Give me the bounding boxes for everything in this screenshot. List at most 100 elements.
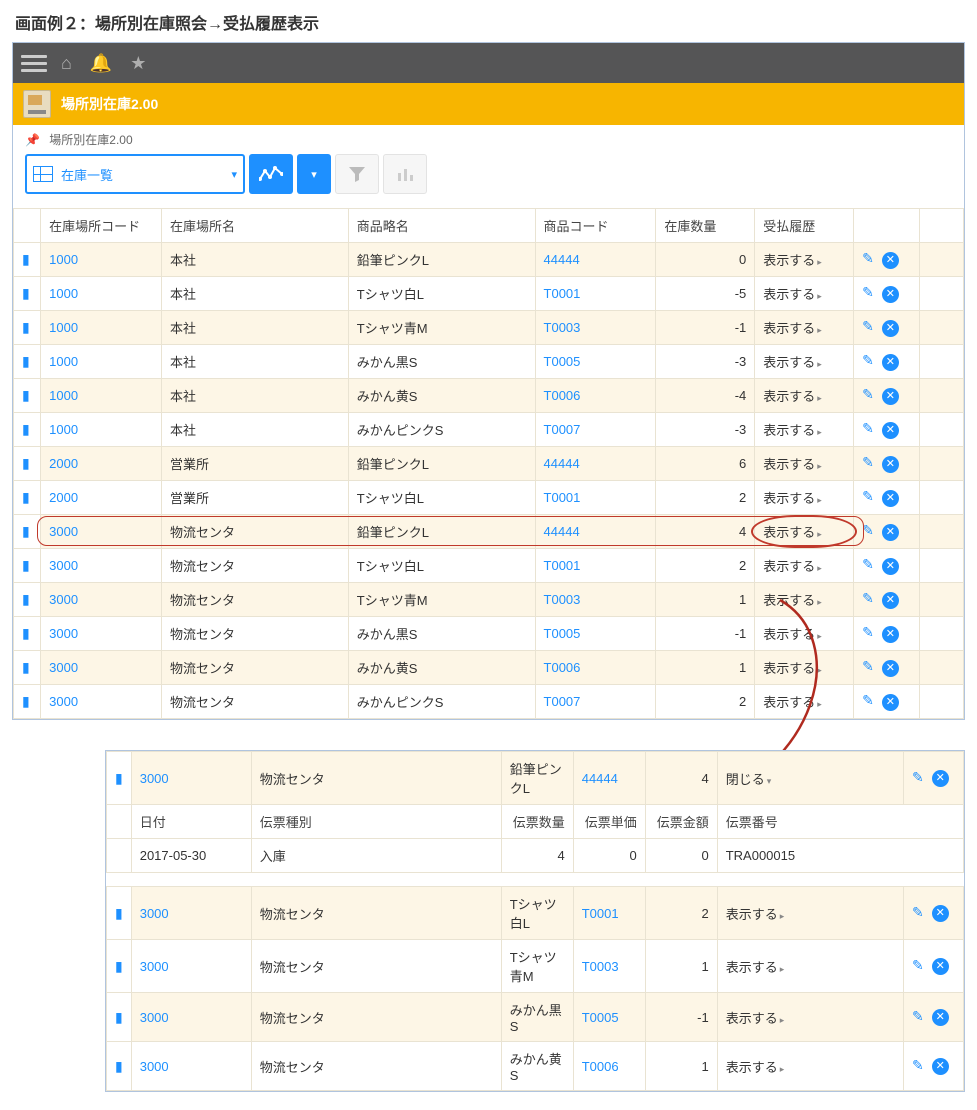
show-history-link[interactable]: 表示する▸ <box>755 583 854 617</box>
show-history-link[interactable]: 表示する▸ <box>755 447 854 481</box>
prod-code-cell[interactable]: T0007 <box>535 685 656 719</box>
edit-icon[interactable]: ✎ <box>862 556 874 572</box>
show-history-link[interactable]: 表示する▸ <box>755 617 854 651</box>
show-history-link[interactable]: 表示する▸ <box>717 887 903 940</box>
loc-code-cell[interactable]: 1000 <box>41 311 162 345</box>
show-history-link[interactable]: 表示する▸ <box>755 481 854 515</box>
prod-code-cell[interactable]: 44444 <box>535 447 656 481</box>
document-icon[interactable]: ▮ <box>22 251 30 267</box>
prod-code-cell[interactable]: T0001 <box>535 277 656 311</box>
edit-icon[interactable]: ✎ <box>862 624 874 640</box>
star-icon[interactable]: ★ <box>130 53 146 74</box>
show-history-link[interactable]: 表示する▸ <box>755 379 854 413</box>
prod-code-cell[interactable]: T0001 <box>535 481 656 515</box>
document-icon[interactable]: ▮ <box>22 557 30 573</box>
detail-loc-code[interactable]: 3000 <box>131 752 251 805</box>
prod-code-cell[interactable]: T0007 <box>535 413 656 447</box>
delete-icon[interactable]: ✕ <box>882 456 899 473</box>
delete-icon[interactable]: ✕ <box>882 524 899 541</box>
delete-icon[interactable]: ✕ <box>882 490 899 507</box>
hamburger-menu-icon[interactable] <box>21 50 47 76</box>
pin-icon[interactable]: 📌 <box>25 133 40 147</box>
loc-code-cell[interactable]: 2000 <box>41 481 162 515</box>
chart-dropdown[interactable]: ▾ <box>297 154 331 194</box>
delete-icon[interactable]: ✕ <box>882 388 899 405</box>
th-loc-name[interactable]: 在庫場所名 <box>162 209 349 243</box>
filter-button[interactable] <box>335 154 379 194</box>
edit-icon[interactable]: ✎ <box>912 1057 924 1073</box>
edit-icon[interactable]: ✎ <box>862 692 874 708</box>
show-history-link[interactable]: 表示する▸ <box>755 549 854 583</box>
delete-icon[interactable]: ✕ <box>932 1009 949 1026</box>
edit-icon[interactable]: ✎ <box>862 590 874 606</box>
edit-icon[interactable]: ✎ <box>862 284 874 300</box>
edit-icon[interactable]: ✎ <box>862 352 874 368</box>
show-history-link[interactable]: 表示する▸ <box>717 940 903 993</box>
loc-code-cell[interactable]: 3000 <box>131 993 251 1042</box>
edit-icon[interactable]: ✎ <box>862 454 874 470</box>
document-icon[interactable]: ▮ <box>22 591 30 607</box>
delete-icon[interactable]: ✕ <box>882 558 899 575</box>
prod-code-cell[interactable]: 44444 <box>535 515 656 549</box>
edit-icon[interactable]: ✎ <box>862 386 874 402</box>
document-icon[interactable]: ▮ <box>115 958 123 974</box>
bell-icon[interactable]: 🔔 <box>90 53 112 74</box>
chart-button[interactable] <box>249 154 293 194</box>
loc-code-cell[interactable]: 2000 <box>41 447 162 481</box>
loc-code-cell[interactable]: 1000 <box>41 345 162 379</box>
delete-icon[interactable]: ✕ <box>932 905 949 922</box>
show-history-link[interactable]: 表示する▸ <box>755 311 854 345</box>
prod-code-cell[interactable]: T0001 <box>535 549 656 583</box>
loc-code-cell[interactable]: 1000 <box>41 379 162 413</box>
th-loc-code[interactable]: 在庫場所コード <box>41 209 162 243</box>
document-icon[interactable]: ▮ <box>22 489 30 505</box>
edit-icon[interactable]: ✎ <box>862 488 874 504</box>
document-icon[interactable]: ▮ <box>115 770 123 786</box>
close-history-link[interactable]: 閉じる▾ <box>717 752 903 805</box>
th-prod-name[interactable]: 商品略名 <box>348 209 535 243</box>
prod-code-cell[interactable]: T0006 <box>535 379 656 413</box>
delete-icon[interactable]: ✕ <box>882 592 899 609</box>
prod-code-cell[interactable]: 44444 <box>535 243 656 277</box>
show-history-link[interactable]: 表示する▸ <box>755 345 854 379</box>
document-icon[interactable]: ▮ <box>22 353 30 369</box>
prod-code-cell[interactable]: T0005 <box>535 345 656 379</box>
home-icon[interactable]: ⌂ <box>61 53 72 74</box>
edit-icon[interactable]: ✎ <box>912 904 924 920</box>
delete-icon[interactable]: ✕ <box>882 694 899 711</box>
prod-code-cell[interactable]: T0006 <box>573 1042 645 1091</box>
delete-icon[interactable]: ✕ <box>882 320 899 337</box>
loc-code-cell[interactable]: 3000 <box>41 651 162 685</box>
loc-code-cell[interactable]: 1000 <box>41 277 162 311</box>
loc-code-cell[interactable]: 3000 <box>41 617 162 651</box>
detail-prod-code[interactable]: 44444 <box>573 752 645 805</box>
document-icon[interactable]: ▮ <box>22 455 30 471</box>
edit-icon[interactable]: ✎ <box>862 658 874 674</box>
prod-code-cell[interactable]: T0005 <box>535 617 656 651</box>
show-history-link[interactable]: 表示する▸ <box>717 993 903 1042</box>
edit-icon[interactable]: ✎ <box>862 250 874 266</box>
document-icon[interactable]: ▮ <box>115 1058 123 1074</box>
edit-icon[interactable]: ✎ <box>912 1008 924 1024</box>
loc-code-cell[interactable]: 1000 <box>41 413 162 447</box>
delete-icon[interactable]: ✕ <box>882 660 899 677</box>
edit-icon[interactable]: ✎ <box>862 420 874 436</box>
document-icon[interactable]: ▮ <box>22 659 30 675</box>
document-icon[interactable]: ▮ <box>22 625 30 641</box>
delete-icon[interactable]: ✕ <box>932 770 949 787</box>
loc-code-cell[interactable]: 3000 <box>131 940 251 993</box>
show-history-link[interactable]: 表示する▸ <box>755 515 854 549</box>
delete-icon[interactable]: ✕ <box>882 354 899 371</box>
show-history-link[interactable]: 表示する▸ <box>755 651 854 685</box>
show-history-link[interactable]: 表示する▸ <box>717 1042 903 1091</box>
show-history-link[interactable]: 表示する▸ <box>755 277 854 311</box>
loc-code-cell[interactable]: 3000 <box>131 887 251 940</box>
prod-code-cell[interactable]: T0003 <box>573 940 645 993</box>
delete-icon[interactable]: ✕ <box>882 252 899 269</box>
delete-icon[interactable]: ✕ <box>932 1058 949 1075</box>
delete-icon[interactable]: ✕ <box>882 422 899 439</box>
show-history-link[interactable]: 表示する▸ <box>755 243 854 277</box>
show-history-link[interactable]: 表示する▸ <box>755 685 854 719</box>
bar-chart-button[interactable] <box>383 154 427 194</box>
show-history-link[interactable]: 表示する▸ <box>755 413 854 447</box>
